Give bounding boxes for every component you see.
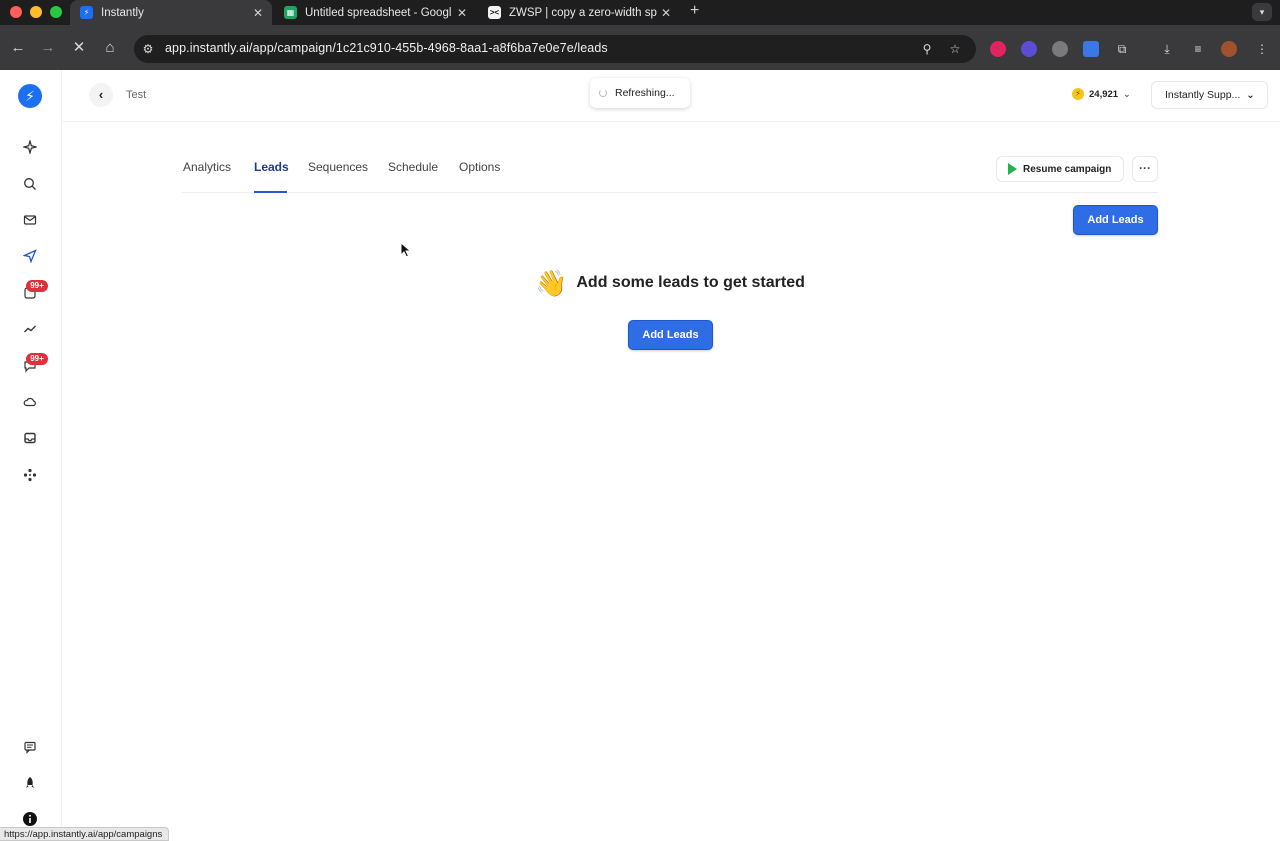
tab-title: Untitled spreadsheet - Googl — [305, 6, 452, 19]
waving-hand-icon: 👋 — [535, 268, 568, 298]
cloud-icon[interactable] — [20, 392, 40, 412]
apps-icon[interactable] — [20, 465, 40, 485]
sheets-icon: ▦ — [284, 6, 297, 19]
send-icon[interactable] — [20, 246, 40, 266]
tab-title: ZWSP | copy a zero-width sp — [509, 6, 657, 19]
instantly-icon: ⚡ — [80, 6, 93, 19]
tab-analytics[interactable]: Analytics — [183, 160, 231, 174]
site-settings-icon[interactable]: ⚙ — [139, 40, 157, 58]
extension-icon[interactable] — [990, 41, 1006, 57]
extension-icon[interactable] — [1052, 41, 1068, 57]
sparkle-icon[interactable] — [20, 137, 40, 157]
workspace-name: Instantly Supp... — [1165, 89, 1241, 101]
close-tab-icon[interactable]: ✕ — [454, 6, 470, 20]
loading-spinner-icon — [599, 89, 607, 97]
close-tab-icon[interactable]: ✕ — [658, 6, 674, 20]
mouse-cursor-icon — [400, 242, 412, 258]
extensions-puzzle-icon[interactable]: ⧉ — [1113, 40, 1131, 58]
browser-tab-bar: ⚡ Instantly ✕ ▦ Untitled spreadsheet - G… — [0, 0, 1280, 25]
add-leads-button-top[interactable]: Add Leads — [1073, 205, 1158, 235]
tab-schedule[interactable]: Schedule — [388, 160, 438, 174]
empty-state-title: 👋 Add some leads to get started — [535, 270, 805, 296]
notification-badge: 99+ — [26, 280, 48, 292]
rocket-icon[interactable] — [20, 773, 40, 793]
profile-avatar[interactable] — [1221, 41, 1237, 57]
lightning-coin-icon: ⚡ — [1072, 88, 1084, 100]
instantly-logo[interactable]: ⚡ — [18, 84, 42, 108]
back-arrow-icon[interactable]: ← — [8, 38, 28, 58]
active-tab-underline — [254, 191, 287, 193]
url-text[interactable]: app.instantly.ai/app/campaign/1c21c910-4… — [165, 41, 608, 55]
minimize-window-button[interactable] — [30, 6, 42, 18]
forward-arrow-icon[interactable]: → — [38, 38, 58, 58]
tab-leads[interactable]: Leads — [254, 160, 289, 174]
tabs-divider — [182, 192, 1158, 193]
close-window-button[interactable] — [10, 6, 22, 18]
credits-count: 24,921 — [1089, 88, 1119, 100]
stop-loading-icon[interactable]: ✕ — [69, 38, 89, 58]
refreshing-toast: Refreshing... — [590, 78, 690, 108]
tab-search-chevron-icon[interactable]: ▾ — [1252, 3, 1272, 21]
more-options-button[interactable]: ··· — [1132, 156, 1158, 182]
empty-state-message: Add some leads to get started — [576, 274, 805, 291]
browser-tab-instantly[interactable]: ⚡ Instantly ✕ — [70, 0, 272, 25]
campaign-name-breadcrumb[interactable]: Test — [126, 89, 146, 101]
refresh-status-text: Refreshing... — [615, 87, 675, 99]
play-icon — [1008, 163, 1017, 175]
header-divider — [62, 121, 1280, 122]
back-button[interactable]: ‹ — [89, 83, 113, 107]
extension-icon[interactable] — [1021, 41, 1037, 57]
workspace-switcher[interactable]: Instantly Supp... ⌄ — [1151, 81, 1268, 109]
tab-sequences[interactable]: Sequences — [308, 160, 368, 174]
mail-icon[interactable] — [20, 210, 40, 230]
zwsp-icon: >< — [488, 6, 501, 19]
chevron-down-icon: ⌄ — [1123, 88, 1131, 99]
analytics-icon[interactable] — [20, 319, 40, 339]
chevron-down-icon: ⌄ — [1246, 89, 1255, 101]
tab-options[interactable]: Options — [459, 160, 500, 174]
status-bar-url: https://app.instantly.ai/app/campaigns — [0, 827, 170, 841]
resume-campaign-label: Resume campaign — [1023, 163, 1112, 175]
home-icon[interactable]: ⌂ — [100, 38, 120, 58]
feedback-icon[interactable] — [20, 737, 40, 757]
zoom-icon[interactable]: ⚲ — [918, 40, 936, 58]
notification-badge: 99+ — [26, 353, 48, 365]
close-tab-icon[interactable]: ✕ — [250, 6, 266, 20]
download-icon[interactable]: ⤓ — [1158, 40, 1176, 58]
browser-menu-icon[interactable]: ⋮ — [1253, 40, 1271, 58]
resume-campaign-button[interactable]: Resume campaign — [996, 156, 1124, 182]
reading-list-icon[interactable]: ≡ — [1189, 40, 1207, 58]
inbox-icon[interactable] — [20, 428, 40, 448]
new-tab-button[interactable]: + — [690, 2, 699, 20]
search-icon[interactable] — [20, 174, 40, 194]
translate-icon[interactable] — [1083, 41, 1099, 57]
tab-title: Instantly — [101, 6, 144, 19]
info-icon[interactable] — [20, 809, 40, 829]
credits-dropdown[interactable]: ⚡ 24,921 ⌄ — [1072, 88, 1131, 100]
maximize-window-button[interactable] — [50, 6, 62, 18]
browser-tab-sheets[interactable]: ▦ Untitled spreadsheet - Googl ✕ — [274, 0, 476, 25]
browser-tab-zwsp[interactable]: >< ZWSP | copy a zero-width sp ✕ — [478, 0, 680, 25]
bookmark-star-icon[interactable]: ☆ — [946, 40, 964, 58]
add-leads-button-center[interactable]: Add Leads — [628, 320, 713, 350]
